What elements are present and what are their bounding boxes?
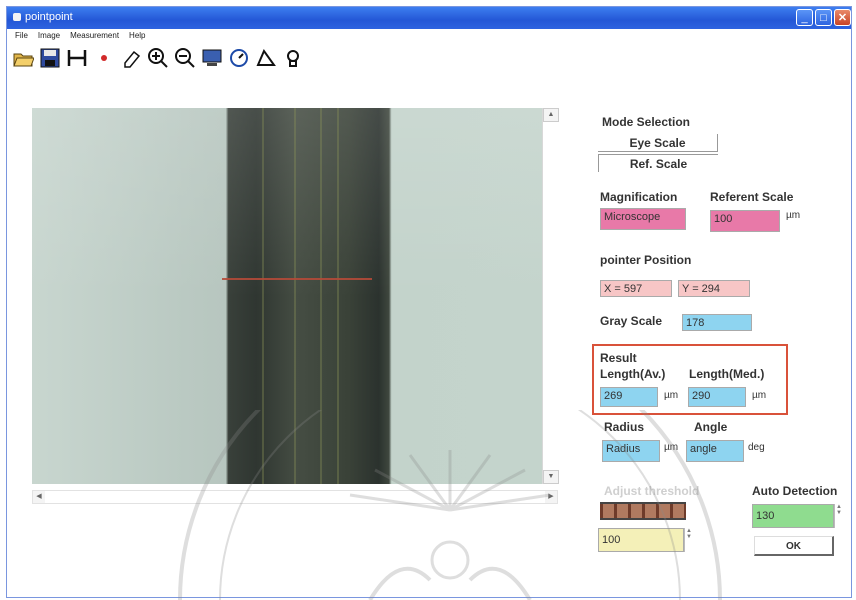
measurement-line <box>222 278 372 280</box>
length-avg-field: 269 <box>600 387 658 407</box>
length-med-unit: µm <box>752 390 767 401</box>
clock-icon[interactable] <box>227 46 251 70</box>
radius-label: Radius <box>604 420 645 434</box>
length-avg-unit: µm <box>664 390 679 401</box>
referent-scale-label: Referent Scale <box>710 190 794 204</box>
threshold-spin[interactable]: ▲ ▼ <box>684 528 693 552</box>
close-button[interactable]: ✕ <box>834 9 851 26</box>
point-icon[interactable] <box>92 46 116 70</box>
angle-label: Angle <box>694 420 728 434</box>
result-label: Result <box>600 351 637 365</box>
eye-scale-button[interactable]: Eye Scale <box>598 134 718 152</box>
fiber-texture <box>337 108 339 484</box>
measure-icon[interactable] <box>65 46 89 70</box>
minimize-button[interactable]: _ <box>796 9 813 26</box>
gray-scale-label: Gray Scale <box>600 314 663 328</box>
menu-file[interactable]: File <box>15 29 28 43</box>
magnification-field[interactable]: Microscope <box>600 208 686 230</box>
length-med-label: Length(Med.) <box>689 367 765 381</box>
radius-field[interactable]: Radius <box>602 440 660 462</box>
threshold-slider[interactable] <box>600 502 686 520</box>
length-med-field: 290 <box>688 387 746 407</box>
referent-unit: µm <box>786 210 801 221</box>
adjust-threshold-label: Adjust threshold <box>604 484 700 498</box>
menu-help[interactable]: Help <box>129 29 145 43</box>
fiber-texture <box>294 108 296 484</box>
magnification-label: Magnification <box>600 190 678 204</box>
maximize-button[interactable]: □ <box>815 9 832 26</box>
ok-button[interactable]: OK <box>754 536 834 556</box>
angle-unit: deg <box>748 442 765 453</box>
angle-icon[interactable] <box>254 46 278 70</box>
toolbar <box>11 44 305 72</box>
save-icon[interactable] <box>38 46 62 70</box>
open-icon[interactable] <box>11 46 35 70</box>
pointer-y-field: Y = 294 <box>678 280 750 297</box>
ref-scale-button[interactable]: Ref. Scale <box>598 154 718 172</box>
auto-detection-label: Auto Detection <box>752 484 838 498</box>
mode-selection-label: Mode Selection <box>602 115 691 129</box>
scroll-down-button[interactable]: ▼ <box>543 470 559 484</box>
zoom-in-icon[interactable] <box>146 46 170 70</box>
radius-unit: µm <box>664 442 679 453</box>
scroll-up-button[interactable]: ▲ <box>543 108 559 122</box>
image-viewport[interactable] <box>32 108 542 484</box>
zoom-out-icon[interactable] <box>173 46 197 70</box>
angle-field[interactable]: angle <box>686 440 744 462</box>
threshold-field[interactable]: 100 <box>598 528 684 552</box>
app-icon <box>13 13 21 21</box>
menu-image[interactable]: Image <box>38 29 60 43</box>
pointer-position-label: pointer Position <box>600 253 692 267</box>
menu-bar: File Image Measurement Help <box>7 29 851 43</box>
pointer-x-field: X = 597 <box>600 280 672 297</box>
gray-scale-field: 178 <box>682 314 752 331</box>
fiber-texture <box>262 108 264 484</box>
window-title: pointpoint <box>25 11 73 23</box>
menu-measurement[interactable]: Measurement <box>70 29 119 43</box>
auto-detection-field[interactable]: 130 <box>752 504 834 528</box>
auto-detection-spin[interactable]: ▲ ▼ <box>834 504 843 528</box>
vertical-scrollbar[interactable]: ▲ ▼ <box>542 108 559 484</box>
monitor-icon[interactable] <box>200 46 224 70</box>
horizontal-scrollbar[interactable]: ◀ ▶ <box>32 490 558 504</box>
fiber-texture <box>320 108 322 484</box>
referent-scale-field[interactable]: 100 <box>710 210 780 232</box>
eraser-icon[interactable] <box>119 46 143 70</box>
scroll-right-button[interactable]: ▶ <box>545 491 557 503</box>
title-bar[interactable]: pointpoint _ □ ✕ <box>7 7 851 29</box>
length-avg-label: Length(Av.) <box>600 367 666 381</box>
lightbulb-icon[interactable] <box>281 46 305 70</box>
scroll-left-button[interactable]: ◀ <box>33 491 45 503</box>
